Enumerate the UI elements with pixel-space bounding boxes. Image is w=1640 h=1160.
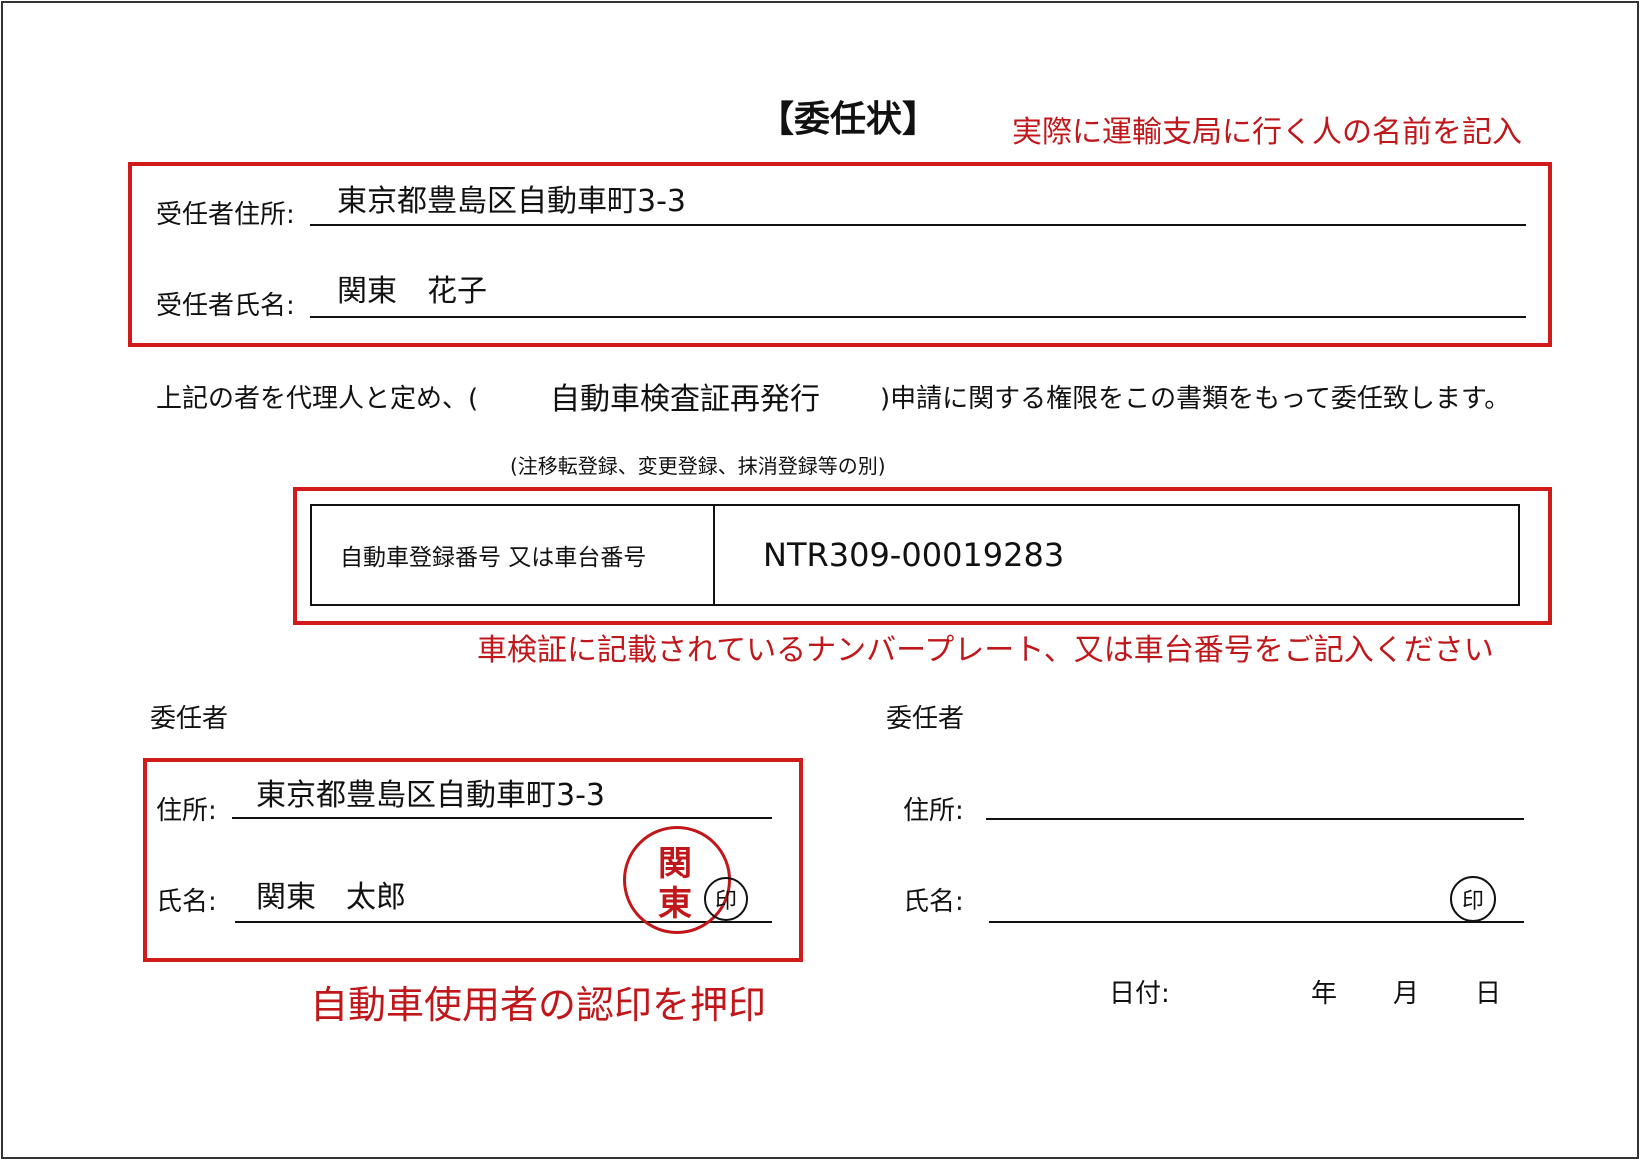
registration-value[interactable]: NTR309-00019283 (715, 506, 1518, 604)
application-type-value[interactable]: 自動車検査証再発行 (550, 385, 820, 415)
document-title: 【委任状】 (758, 99, 939, 140)
proxy-name-label: 受任者氏名: (156, 291, 295, 321)
date-month-unit: 月 (1393, 979, 1420, 1009)
proxy-name-value[interactable]: 関東 花子 (337, 277, 487, 307)
delegator-left-heading: 委任者 (150, 704, 229, 734)
date-label: 日付: (1109, 979, 1170, 1009)
delegator-left-name-label: 氏名: (156, 887, 217, 917)
delegator-left-address-line (232, 817, 772, 819)
delegator-left-seal-mark: 印 (704, 877, 748, 921)
application-type-hint: (注移転登録、変更登録、抹消登録等の別) (510, 454, 886, 478)
delegator-left-address-label: 住所: (156, 796, 217, 826)
proxy-name-line (310, 316, 1526, 318)
date-day-unit: 日 (1475, 979, 1502, 1009)
seal-character-2: 東 (658, 884, 692, 924)
proxy-address-value[interactable]: 東京都豊島区自動車町3-3 (337, 187, 686, 217)
delegator-left-name-value[interactable]: 関東 太郎 (256, 883, 406, 913)
registration-label: 自動車登録番号 又は車台番号 (312, 506, 715, 604)
registration-table: 自動車登録番号 又は車台番号 NTR309-00019283 (310, 504, 1520, 606)
annotation-seal-note: 自動車使用者の認印を押印 (310, 983, 767, 1027)
delegator-left-address-value[interactable]: 東京都豊島区自動車町3-3 (256, 781, 605, 811)
date-year-unit: 年 (1311, 979, 1338, 1009)
annotation-registration-note: 車検証に記載されているナンバープレート、又は車台番号をご記入ください (477, 633, 1494, 668)
delegator-right-heading: 委任者 (886, 704, 965, 734)
statement-prefix: 上記の者を代理人と定め、( (156, 384, 479, 414)
seal-character-1: 関 (658, 844, 692, 884)
proxy-address-label: 受任者住所: (156, 200, 295, 230)
delegator-right-address-label: 住所: (903, 796, 964, 826)
delegator-right-name-line[interactable] (989, 921, 1524, 923)
delegator-right-seal-mark: 印 (1450, 876, 1496, 922)
delegator-right-name-label: 氏名: (903, 887, 964, 917)
delegator-right-address-line[interactable] (986, 818, 1524, 820)
annotation-proxy-note: 実際に運輸支局に行く人の名前を記入 (1012, 115, 1522, 150)
proxy-address-line (310, 224, 1526, 226)
statement-suffix: )申請に関する権限をこの書類をもって委任致します。 (880, 384, 1511, 414)
